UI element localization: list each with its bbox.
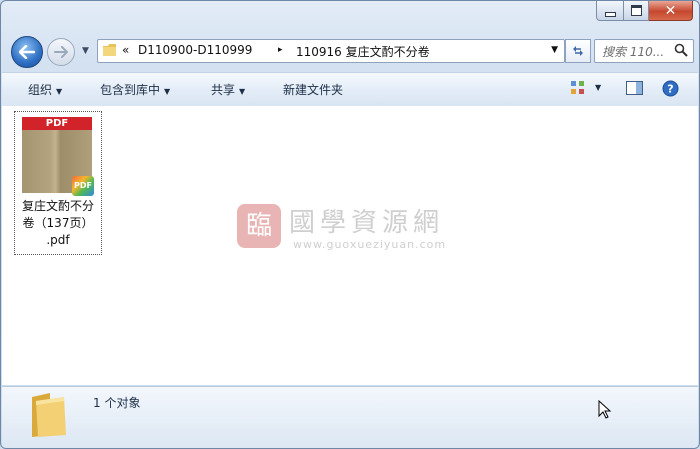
- file-list-pane[interactable]: PDF PDF 复庄文酌不分 卷（137页） .pdf 臨 國學資源網 www.…: [2, 106, 698, 385]
- minimize-icon: [604, 11, 616, 17]
- explorer-window: ✕ ▼ « D110900-D110999 ▸ 110916 复庄文酌不分卷 ▼…: [0, 0, 700, 449]
- pdf-app-icon: PDF: [72, 176, 94, 196]
- svg-text:?: ?: [667, 83, 673, 96]
- command-bar: 组织 ▼ 包含到库中 ▼ 共享 ▼ 新建文件夹 ▼ ?: [2, 72, 698, 107]
- folder-icon: [32, 393, 66, 437]
- pdf-thumbnail-label: PDF: [22, 117, 92, 130]
- maximize-icon: [630, 5, 642, 16]
- new-folder-button[interactable]: 新建文件夹: [283, 81, 343, 98]
- chevron-down-icon: ▼: [164, 87, 171, 96]
- arrow-right-icon: [54, 46, 68, 58]
- share-menu[interactable]: 共享 ▼: [211, 81, 245, 98]
- address-history-dropdown[interactable]: ▼: [551, 45, 558, 55]
- change-view-button[interactable]: [570, 80, 586, 99]
- file-name[interactable]: 复庄文酌不分 卷（137页） .pdf: [15, 198, 101, 249]
- new-folder-label: 新建文件夹: [283, 83, 344, 97]
- close-icon: ✕: [664, 2, 677, 19]
- address-bar[interactable]: « D110900-D110999 ▸ 110916 复庄文酌不分卷 ▼: [97, 39, 565, 63]
- help-icon: ?: [662, 80, 679, 97]
- organize-menu[interactable]: 组织 ▼: [28, 81, 62, 98]
- include-in-library-label: 包含到库中: [100, 83, 161, 97]
- help-button[interactable]: ?: [662, 80, 679, 100]
- watermark: 臨 國學資源網 www.guoxueziyuan.com: [237, 198, 477, 258]
- arrow-left-icon: [19, 45, 35, 59]
- view-options-dropdown[interactable]: ▼: [595, 83, 601, 92]
- folder-icon: [103, 44, 116, 56]
- address-overflow-chevron[interactable]: «: [122, 43, 129, 57]
- file-name-line: .pdf: [46, 233, 70, 247]
- mouse-cursor-icon: [598, 400, 612, 419]
- share-label: 共享: [211, 83, 236, 97]
- refresh-icon: [573, 46, 583, 56]
- watermark-url: www.guoxueziyuan.com: [293, 238, 447, 251]
- maximize-button[interactable]: [624, 1, 649, 21]
- forward-button[interactable]: [47, 38, 75, 66]
- view-grid-icon: [571, 81, 584, 94]
- breadcrumb-segment[interactable]: D110900-D110999: [138, 43, 252, 57]
- watermark-title: 國學資源網: [289, 208, 445, 238]
- file-name-line: 复庄文酌不分: [21, 199, 94, 213]
- caption-buttons: ✕: [596, 1, 693, 21]
- item-count: 1 个对象: [93, 396, 141, 410]
- pdf-thumbnail: PDF PDF: [22, 117, 94, 196]
- search-icon: [674, 43, 688, 57]
- preview-pane-button[interactable]: [626, 80, 643, 99]
- minimize-button[interactable]: [596, 1, 624, 21]
- file-name-line: 卷（137页）: [22, 216, 94, 230]
- details-pane: 1 个对象: [2, 386, 698, 448]
- back-button[interactable]: [11, 36, 43, 68]
- search-box[interactable]: 搜索 110...: [594, 39, 694, 63]
- organize-label: 组织: [28, 83, 53, 97]
- include-in-library-menu[interactable]: 包含到库中 ▼: [100, 81, 170, 98]
- watermark-seal-logo: 臨: [237, 204, 281, 248]
- chevron-down-icon: ▼: [56, 87, 63, 96]
- file-item[interactable]: PDF PDF 复庄文酌不分 卷（137页） .pdf: [14, 111, 102, 255]
- navigation-bar: ▼ « D110900-D110999 ▸ 110916 复庄文酌不分卷 ▼ 搜…: [9, 34, 694, 68]
- chevron-down-icon: ▼: [239, 87, 246, 96]
- preview-pane-icon: [626, 81, 643, 95]
- search-input[interactable]: 搜索 110...: [602, 43, 664, 60]
- breadcrumb-segment[interactable]: 110916 复庄文酌不分卷: [296, 43, 430, 60]
- recent-pages-dropdown[interactable]: ▼: [82, 46, 89, 56]
- refresh-button[interactable]: [565, 39, 591, 63]
- breadcrumb-separator[interactable]: ▸: [278, 45, 283, 55]
- close-button[interactable]: ✕: [649, 1, 693, 21]
